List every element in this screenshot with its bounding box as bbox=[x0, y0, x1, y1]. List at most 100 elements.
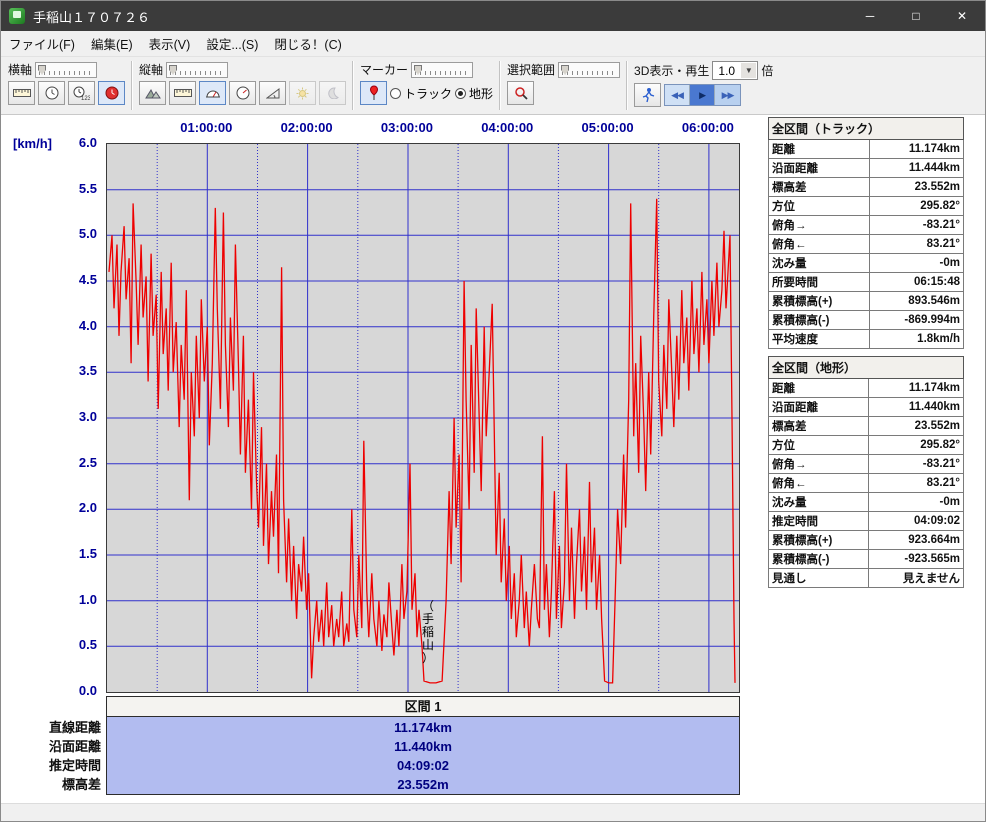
moon-icon bbox=[327, 87, 339, 99]
summary-row: 沈み量 -0m bbox=[769, 493, 964, 512]
title-bar[interactable]: 手稲山１７０７２６ ─ □ ✕ bbox=[1, 1, 985, 31]
status-strip bbox=[1, 803, 985, 821]
haxis-ruler-button[interactable] bbox=[8, 81, 35, 105]
segment-stat-value: 23.552m bbox=[107, 775, 739, 794]
menu-item[interactable]: 設定...(S) bbox=[198, 31, 266, 56]
summary-row-value: 04:09:02 bbox=[868, 512, 963, 531]
summary-row-label: 方位 bbox=[769, 197, 870, 216]
segment-values: 11.174km 11.440km 04:09:02 23.552m bbox=[106, 717, 740, 795]
vaxis-slider[interactable] bbox=[166, 62, 228, 78]
close-button[interactable]: ✕ bbox=[939, 1, 985, 31]
fast-forward-button[interactable]: ▶▶ bbox=[715, 85, 740, 105]
playback-rate-select[interactable]: 1.0 ▼ bbox=[712, 61, 758, 80]
red-clock-icon bbox=[105, 86, 119, 100]
menu-item[interactable]: ファイル(F) bbox=[1, 31, 83, 56]
radio-terrain[interactable]: 地形 bbox=[455, 85, 493, 102]
haxis-clock-red-button[interactable] bbox=[98, 81, 125, 105]
x-tick: 06:00:00 bbox=[673, 120, 743, 135]
summary-row-value: -83.21° bbox=[868, 455, 963, 474]
selection-slider[interactable] bbox=[558, 62, 620, 78]
vaxis-moon-button[interactable] bbox=[319, 81, 346, 105]
summary-row-label: 所要時間 bbox=[769, 273, 870, 292]
x-tick: 02:00:00 bbox=[272, 120, 342, 135]
speed-chart-plot[interactable]: （手稲山） bbox=[106, 143, 740, 693]
vaxis-gauge-button[interactable] bbox=[229, 81, 256, 105]
summary-row-label: 見通し bbox=[769, 569, 869, 588]
clock-123-icon: 123 bbox=[73, 86, 90, 101]
gauge-icon bbox=[236, 86, 250, 100]
marker-group: マーカー トラック 地形 bbox=[357, 59, 496, 107]
menu-item[interactable]: 閉じる！(C) bbox=[266, 31, 349, 56]
y-tick: 2.5 bbox=[57, 455, 97, 470]
chevron-down-icon: ▼ bbox=[741, 63, 756, 78]
menu-item[interactable]: 編集(E) bbox=[83, 31, 141, 56]
vaxis-elevation-button[interactable] bbox=[139, 81, 166, 105]
toolbar-separator bbox=[626, 61, 628, 110]
vaxis-sun-button[interactable] bbox=[289, 81, 316, 105]
summary-row-label: 俯角→ bbox=[769, 216, 870, 235]
summary-row-label: 距離 bbox=[769, 140, 870, 159]
summary-row-value: -0m bbox=[868, 493, 963, 512]
radio-track[interactable]: トラック bbox=[390, 85, 452, 102]
summary-row: 距離 11.174km bbox=[769, 140, 964, 159]
vaxis-slope-button[interactable] bbox=[259, 81, 286, 105]
y-tick: 2.0 bbox=[57, 500, 97, 515]
sun-icon bbox=[296, 87, 309, 100]
summary-row: 沿面距離 11.444km bbox=[769, 159, 964, 178]
vaxis-distance-button[interactable] bbox=[169, 81, 196, 105]
summary-panel: 全区間（トラック） 距離 11.174km 沿面距離 11.444km 標高差 … bbox=[768, 117, 964, 595]
clock-icon bbox=[45, 86, 59, 100]
summary-row-value: 11.174km bbox=[868, 379, 963, 398]
y-tick: 3.5 bbox=[57, 363, 97, 378]
summary-row: 俯角→ -83.21° bbox=[769, 455, 964, 474]
rewind-button[interactable]: ◀◀ bbox=[665, 85, 690, 105]
haxis-clock-button[interactable] bbox=[38, 81, 65, 105]
segment-stat-label: 直線距離 bbox=[1, 718, 101, 737]
summary-row: 俯角← 83.21° bbox=[769, 235, 964, 254]
menu-item[interactable]: 表示(V) bbox=[141, 31, 199, 56]
playback-label: 3D表示・再生 bbox=[634, 62, 709, 79]
vertical-axis-group: 縦軸 bbox=[136, 59, 349, 107]
summary-row: 俯角← 83.21° bbox=[769, 474, 964, 493]
x-tick: 04:00:00 bbox=[472, 120, 542, 135]
summary-row-value: 23.552m bbox=[868, 417, 963, 436]
app-window: 手稲山１７０７２６ ─ □ ✕ ファイル(F) 編集(E) 表示(V) 設定..… bbox=[0, 0, 986, 822]
speed-chart: （手稲山） bbox=[107, 144, 739, 692]
toolbar-separator bbox=[131, 61, 133, 110]
summary-row-value: 06:15:48 bbox=[870, 273, 964, 292]
fast-forward-icon: ▶▶ bbox=[722, 90, 734, 101]
summary-row-value: 893.546m bbox=[870, 292, 964, 311]
toolbar-separator bbox=[352, 61, 354, 110]
summary-row: 累積標高(-) -869.994m bbox=[769, 311, 964, 330]
summary-row: 所要時間 06:15:48 bbox=[769, 273, 964, 292]
haxis-clock-123-button[interactable]: 123 bbox=[68, 81, 95, 105]
marker-slider[interactable] bbox=[411, 62, 473, 78]
summary-row: 俯角→ -83.21° bbox=[769, 216, 964, 235]
summary-row-value: -869.994m bbox=[870, 311, 964, 330]
summary-row: 沈み量 -0m bbox=[769, 254, 964, 273]
playback-group: 3D表示・再生 1.0 ▼ 倍 ◀◀ ▶ ▶▶ bbox=[631, 59, 776, 109]
y-tick: 3.0 bbox=[57, 409, 97, 424]
marker-button[interactable] bbox=[360, 81, 387, 105]
marker-label: マーカー bbox=[360, 61, 408, 78]
selection-zoom-button[interactable] bbox=[507, 81, 534, 105]
walk-3d-icon bbox=[641, 87, 655, 103]
playback-controls: ◀◀ ▶ ▶▶ bbox=[664, 84, 741, 106]
view-3d-button[interactable] bbox=[634, 83, 661, 107]
summary-row: 平均速度 1.8km/h bbox=[769, 330, 964, 349]
vaxis-speed-button[interactable] bbox=[199, 81, 226, 105]
minimize-button[interactable]: ─ bbox=[847, 1, 893, 31]
summary-row-label: 推定時間 bbox=[769, 512, 869, 531]
summary-row-label: 沿面距離 bbox=[769, 398, 869, 417]
summary-row-label: 沈み量 bbox=[769, 493, 869, 512]
summary-row-label: 俯角← bbox=[769, 474, 869, 493]
rewind-icon: ◀◀ bbox=[671, 90, 683, 101]
y-tick: 6.0 bbox=[57, 135, 97, 150]
y-tick: 5.0 bbox=[57, 226, 97, 241]
haxis-slider[interactable] bbox=[35, 62, 97, 78]
toolbar-separator bbox=[499, 61, 501, 110]
summary-row-label: 累積標高(-) bbox=[769, 550, 869, 569]
maximize-button[interactable]: □ bbox=[893, 1, 939, 31]
summary-row-label: 沈み量 bbox=[769, 254, 870, 273]
play-button[interactable]: ▶ bbox=[690, 85, 715, 105]
